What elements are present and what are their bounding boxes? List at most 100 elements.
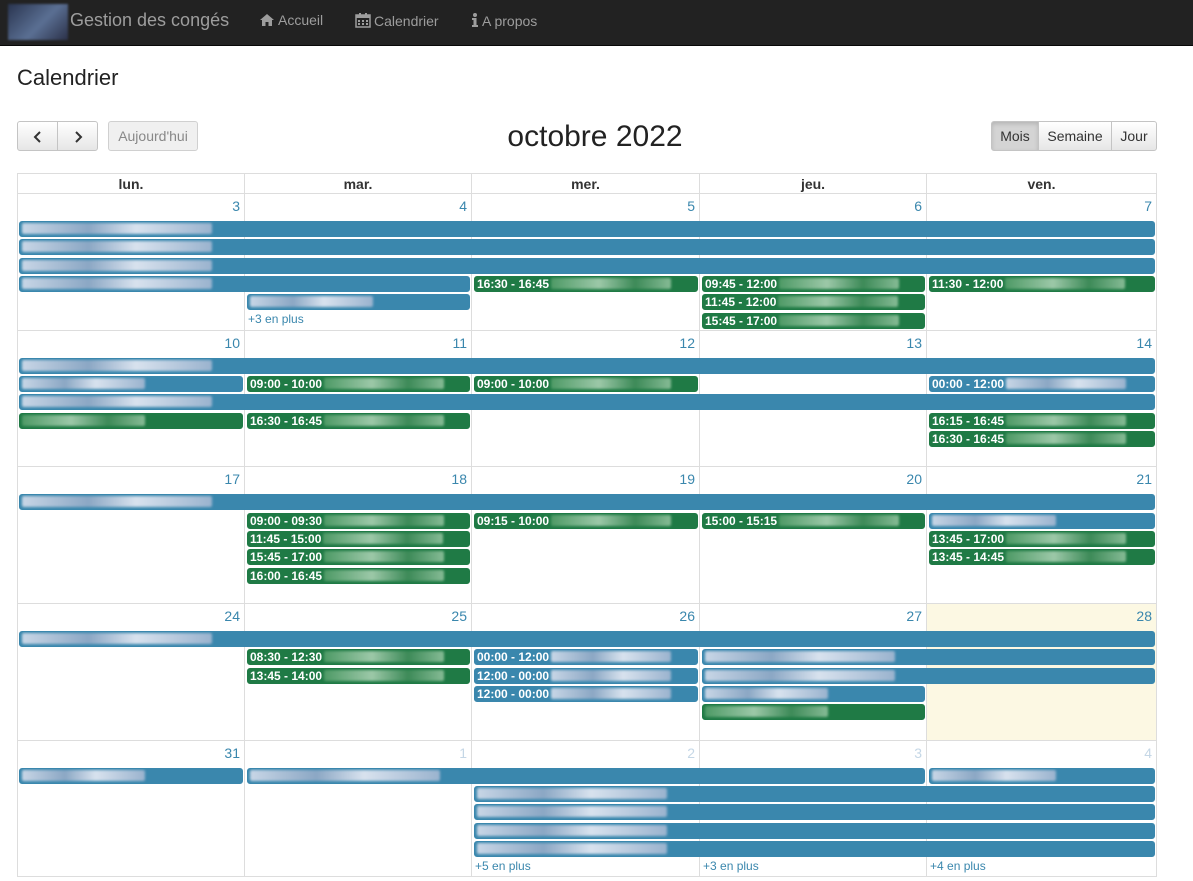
day-number[interactable]: 11 (452, 335, 467, 351)
calendar-event[interactable] (702, 667, 1155, 684)
more-events-link[interactable]: +3 en plus (248, 312, 304, 326)
day-number[interactable]: 6 (914, 198, 922, 214)
calendar-event[interactable] (19, 275, 470, 292)
calendar-event[interactable]: 09:00 - 09:30 (247, 512, 470, 529)
calendar-event[interactable] (19, 394, 1155, 411)
calendar-event[interactable]: 13:45 - 17:00 (929, 531, 1155, 547)
calendar-event[interactable]: 09:15 - 10:00 (474, 512, 698, 529)
calendar-event[interactable]: 12:00 - 00:00 (474, 686, 698, 702)
view-week-button[interactable]: Semaine (1038, 121, 1112, 151)
calendar-event[interactable]: 16:15 - 16:45 (929, 412, 1155, 429)
brand-logo[interactable] (8, 4, 68, 40)
calendar-event[interactable]: 11:30 - 12:00 (929, 275, 1155, 292)
day-number[interactable]: 14 (1136, 335, 1152, 351)
event-time: 09:00 - 09:30 (250, 513, 323, 528)
calendar-event[interactable] (929, 512, 1155, 529)
day-number[interactable]: 3 (232, 198, 240, 214)
calendar-event[interactable]: 16:30 - 16:45 (929, 430, 1155, 447)
calendar-event[interactable]: 13:45 - 14:00 (247, 667, 470, 684)
day-number[interactable]: 21 (1136, 471, 1152, 487)
calendar-event[interactable] (474, 841, 1155, 857)
calendar-event[interactable] (474, 804, 1155, 821)
redacted-title (324, 551, 445, 563)
calendar-event[interactable] (474, 786, 1155, 803)
today-button[interactable]: Aujourd'hui (108, 121, 198, 151)
day-number[interactable]: 5 (687, 198, 695, 214)
calendar-event[interactable] (19, 631, 1155, 648)
calendar-event[interactable]: 15:45 - 17:00 (702, 312, 925, 329)
calendar-event[interactable] (19, 767, 243, 784)
calendar-event[interactable]: 12:00 - 00:00 (474, 667, 698, 684)
day-number[interactable]: 27 (906, 608, 922, 624)
calendar-event[interactable]: 11:45 - 15:00 (247, 531, 470, 547)
calendar-event[interactable] (474, 822, 1155, 839)
day-number[interactable]: 10 (224, 335, 240, 351)
more-events-link[interactable]: +3 en plus (703, 859, 759, 873)
calendar-event[interactable] (19, 376, 243, 392)
day-number[interactable]: 24 (224, 608, 240, 624)
day-number[interactable]: 20 (906, 471, 922, 487)
calendar-event[interactable] (702, 704, 925, 721)
calendar-grid: lun. mar. mer. jeu. ven. 3 4 5 6 7 16:30 - 16:45 09… (17, 173, 1157, 881)
calendar-event[interactable] (19, 257, 1155, 274)
day-number[interactable]: 4 (459, 198, 467, 214)
calendar-event[interactable]: 15:45 - 17:00 (247, 549, 470, 566)
calendar-event[interactable]: 16:30 - 16:45 (474, 275, 698, 292)
calendar-event[interactable] (19, 412, 243, 429)
calendar-event[interactable] (19, 357, 1155, 374)
calendar-event[interactable] (702, 649, 1155, 666)
redacted-title (324, 669, 445, 681)
nav-calendrier[interactable]: Calendrier (355, 12, 439, 29)
day-cell[interactable]: 19 (472, 467, 700, 605)
calendar-event[interactable]: 09:45 - 12:00 (702, 275, 925, 292)
nav-accueil[interactable]: Accueil (259, 12, 323, 28)
calendar-event[interactable] (19, 221, 1155, 237)
next-button[interactable] (57, 121, 98, 151)
day-cell[interactable]: 24 (17, 604, 245, 741)
calendar-event[interactable]: 13:45 - 14:45 (929, 549, 1155, 566)
nav-a-propos[interactable]: A propos (471, 12, 537, 29)
day-number[interactable]: 7 (1144, 198, 1152, 214)
calendar-event[interactable]: 08:30 - 12:30 (247, 649, 470, 666)
view-month-button[interactable]: Mois (991, 121, 1039, 151)
calendar-event[interactable] (702, 686, 925, 702)
day-number[interactable]: 28 (1136, 608, 1152, 624)
calendar-event[interactable]: 00:00 - 12:00 (929, 376, 1155, 392)
calendar-event[interactable] (19, 494, 1155, 511)
calendar-event[interactable]: 09:00 - 10:00 (474, 376, 698, 392)
day-number[interactable]: 18 (451, 471, 467, 487)
day-cell[interactable]: 17 (17, 467, 245, 605)
brand-title[interactable]: Gestion des congés (70, 10, 229, 31)
day-number[interactable]: 3 (914, 745, 922, 761)
day-number[interactable]: 4 (1144, 745, 1152, 761)
day-number[interactable]: 17 (224, 471, 240, 487)
calendar-event[interactable] (19, 239, 1155, 256)
day-number[interactable]: 31 (224, 745, 240, 761)
calendar-event[interactable] (247, 294, 470, 311)
calendar-event[interactable]: 16:00 - 16:45 (247, 567, 470, 584)
more-events-link[interactable]: +5 en plus (475, 859, 531, 873)
more-events-link[interactable]: +4 en plus (930, 859, 986, 873)
day-header: mar. (245, 173, 472, 194)
day-number[interactable]: 19 (679, 471, 695, 487)
view-day-button[interactable]: Jour (1111, 121, 1157, 151)
calendar-event[interactable] (929, 767, 1155, 784)
day-number[interactable]: 13 (906, 335, 922, 351)
day-cell[interactable]: 1 (245, 740, 472, 878)
calendar-event[interactable]: 11:45 - 12:00 (702, 294, 925, 311)
calendar-event[interactable] (247, 767, 925, 784)
day-number[interactable]: 12 (679, 335, 695, 351)
day-number[interactable]: 2 (687, 745, 695, 761)
calendar-event[interactable]: 15:00 - 15:15 (702, 512, 925, 529)
day-cell[interactable]: 31 (17, 740, 245, 878)
day-number[interactable]: 1 (459, 745, 467, 761)
day-number[interactable]: 26 (679, 608, 695, 624)
day-number[interactable]: 25 (451, 608, 467, 624)
calendar-event[interactable]: 16:30 - 16:45 (247, 412, 470, 429)
day-cell[interactable]: 20 (700, 467, 927, 605)
calendar-event[interactable]: 00:00 - 12:00 (474, 649, 698, 666)
prev-button[interactable] (17, 121, 58, 151)
calendar-event[interactable]: 09:00 - 10:00 (247, 376, 470, 392)
nav-calendrier-label: Calendrier (374, 13, 439, 29)
page-title: Calendrier (17, 65, 119, 90)
